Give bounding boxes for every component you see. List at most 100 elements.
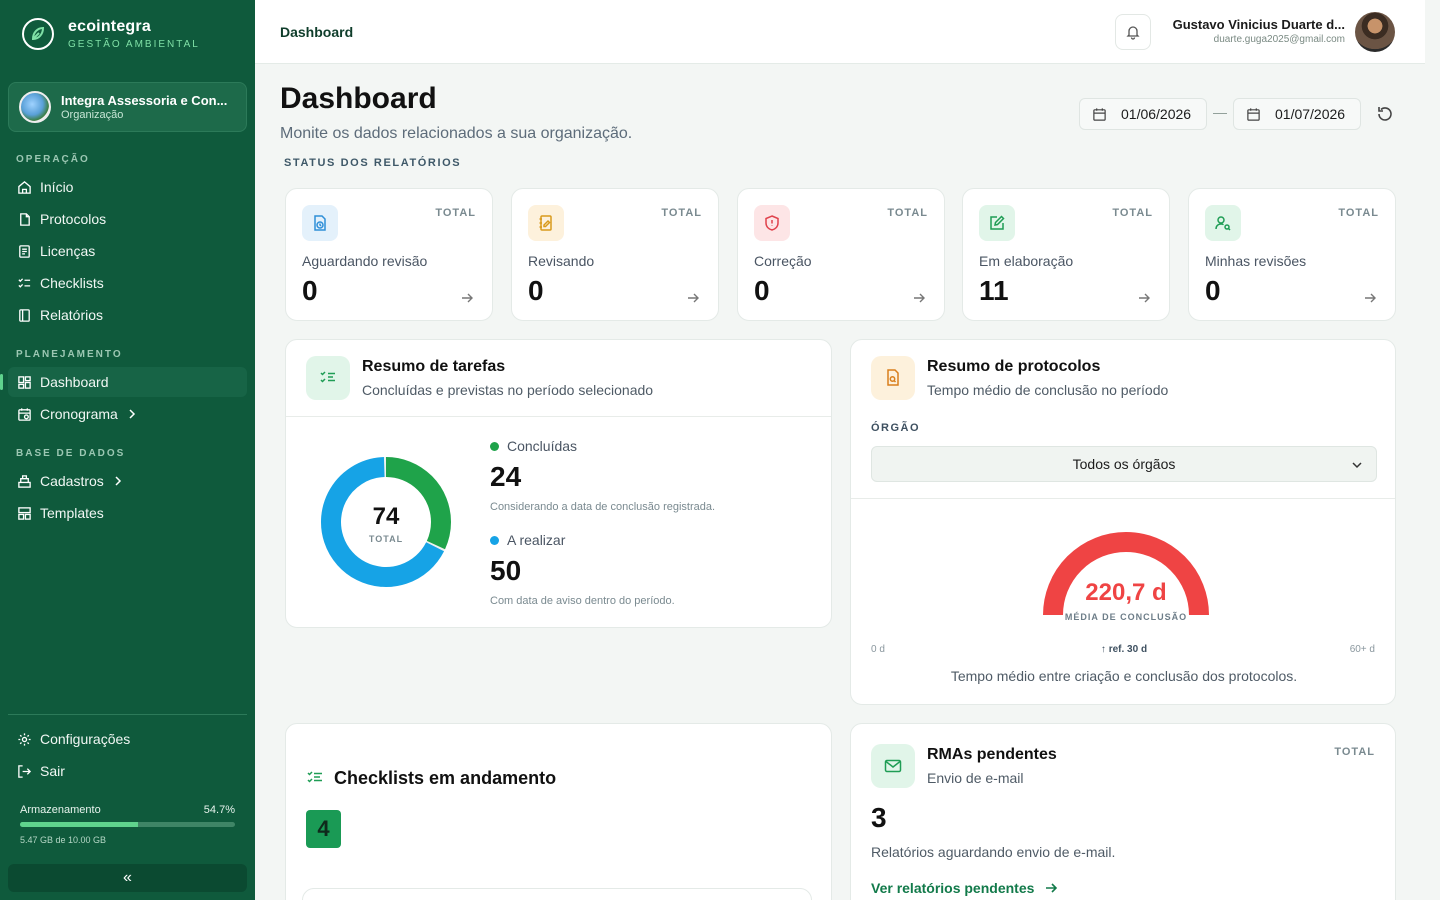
date-start-picker[interactable]: 01/06/2026 <box>1079 98 1207 130</box>
rmas-note: Relatórios aguardando envio de e-mail. <box>871 844 1116 860</box>
protocols-card-subtitle: Tempo médio de conclusão no período <box>927 382 1169 398</box>
divider <box>286 416 831 417</box>
concluidas-value: 24 <box>490 461 522 492</box>
file-search-icon <box>871 356 915 400</box>
sidebar-item-inicio[interactable]: Início <box>8 172 247 202</box>
stat-card-aguardando-revisao[interactable]: TOTAL Aguardando revisão 0 <box>285 188 493 321</box>
checklist-icon <box>16 275 32 291</box>
stat-label: Correção <box>754 253 812 269</box>
organization-switcher[interactable]: Integra Assessoria e Con... Organização <box>8 82 247 132</box>
brand[interactable]: ecointegra GESTÃO AMBIENTAL <box>22 18 200 50</box>
stat-card-em-elaboracao[interactable]: TOTAL Em elaboração 11 <box>962 188 1170 321</box>
divider <box>851 498 1395 499</box>
brand-subtitle: GESTÃO AMBIENTAL <box>68 39 200 50</box>
stat-card-revisando[interactable]: TOTAL Revisando 0 <box>511 188 719 321</box>
section-label-base-de-dados: BASE DE DADOS <box>16 448 126 459</box>
sidebar-item-label: Templates <box>40 505 104 521</box>
user-avatar[interactable] <box>1355 12 1395 52</box>
brand-name: ecointegra <box>68 18 151 35</box>
rmas-value: 3 <box>871 802 887 833</box>
protocols-card-title: Resumo de protocolos <box>927 358 1101 375</box>
sidebar-item-relatorios[interactable]: Relatórios <box>8 300 247 330</box>
checklist-icon <box>307 771 322 783</box>
leaf-logo-icon <box>22 18 54 50</box>
orgao-select-value: Todos os órgãos <box>1072 456 1176 472</box>
sidebar-item-cronograma[interactable]: Cronograma <box>8 399 247 429</box>
gauge-note: Tempo médio entre criação e conclusão do… <box>950 668 1298 684</box>
date-start-value: 01/06/2026 <box>1121 106 1192 122</box>
sidebar-item-licencas[interactable]: Licenças <box>8 236 247 266</box>
notebook-pen-icon <box>528 205 564 241</box>
storage-label: Armazenamento <box>20 804 101 816</box>
stat-label: Aguardando revisão <box>302 253 428 269</box>
orgao-select[interactable]: Todos os órgãos <box>871 446 1377 482</box>
checklists-card-title: Checklists em andamento <box>334 768 557 788</box>
storage-progress-bar <box>20 822 235 827</box>
sidebar-item-label: Sair <box>40 763 65 779</box>
legend-a-realizar: A realizar <box>490 532 565 548</box>
tasks-card-title: Resumo de tarefas <box>362 358 506 375</box>
a-realizar-note: Com data de aviso dentro do período. <box>490 595 675 607</box>
home-icon <box>16 179 32 195</box>
stat-value: 0 <box>754 275 770 306</box>
sidebar-item-cadastros[interactable]: Cadastros <box>8 466 247 496</box>
book-icon <box>16 307 32 323</box>
rmas-total-label: TOTAL <box>1334 746 1375 758</box>
clock-file-icon <box>302 205 338 241</box>
concluidas-note: Considerando a data de conclusão registr… <box>490 501 716 513</box>
stat-value: 0 <box>302 275 318 306</box>
user-name: Gustavo Vinicius Duarte d... <box>1172 17 1345 32</box>
stat-value: 0 <box>528 275 544 306</box>
collapse-sidebar-button[interactable]: « <box>8 864 247 892</box>
arrow-right-icon <box>1365 293 1376 303</box>
org-role: Organização <box>61 109 124 121</box>
stat-value: 11 <box>979 275 1009 306</box>
stat-total-label: TOTAL <box>435 207 476 219</box>
sidebar-item-label: Dashboard <box>40 374 109 390</box>
chevron-down-icon <box>1352 462 1362 469</box>
checklist-list-item[interactable] <box>302 888 812 900</box>
rmas-card-title: RMAs pendentes <box>927 746 1057 763</box>
sidebar-item-label: Início <box>40 179 74 195</box>
gauge-ref-label: ↑ ref. 30 d <box>1100 644 1148 655</box>
section-status-title: STATUS DOS RELATÓRIOS <box>284 157 462 169</box>
stat-card-correcao[interactable]: TOTAL Correção 0 <box>737 188 945 321</box>
tasks-donut-chart: 74 TOTAL <box>321 457 451 587</box>
sidebar-item-checklists[interactable]: Checklists <box>8 268 247 298</box>
sidebar-item-dashboard[interactable]: Dashboard <box>0 367 247 397</box>
gear-icon <box>16 731 32 747</box>
stat-total-label: TOTAL <box>887 207 928 219</box>
date-end-picker[interactable]: 01/07/2026 <box>1233 98 1361 130</box>
logout-icon <box>16 763 32 779</box>
gauge-label: MÉDIA DE CONCLUSÃO <box>1064 612 1188 622</box>
tasks-summary-card: Resumo de tarefas Concluídas e previstas… <box>285 339 832 628</box>
ver-relatorios-pendentes-link[interactable]: Ver relatórios pendentes <box>871 880 1058 896</box>
page-title: Dashboard <box>280 82 437 115</box>
stat-total-label: TOTAL <box>1112 207 1153 219</box>
sidebar-item-protocolos[interactable]: Protocolos <box>8 204 247 234</box>
calendar-icon <box>1093 107 1106 121</box>
org-name: Integra Assessoria e Con... <box>61 93 228 108</box>
legend-label: A realizar <box>507 532 566 548</box>
sidebar-item-label: Licenças <box>40 243 96 259</box>
arrow-right-icon <box>914 293 925 303</box>
stat-label: Em elaboração <box>979 253 1074 269</box>
stat-card-minhas-revisoes[interactable]: TOTAL Minhas revisões 0 <box>1188 188 1396 321</box>
sidebar-item-configuracoes[interactable]: Configurações <box>8 724 247 754</box>
arrow-right-icon <box>1046 883 1058 893</box>
checklists-card: Checklists em andamento 4 <box>285 723 832 900</box>
sidebar-item-sair[interactable]: Sair <box>8 756 247 786</box>
sidebar-item-templates[interactable]: Templates <box>8 498 247 528</box>
notifications-button[interactable] <box>1115 14 1151 50</box>
edit-square-icon <box>979 205 1015 241</box>
legend-concluidas: Concluídas <box>490 438 577 454</box>
refresh-icon[interactable] <box>1375 104 1395 124</box>
stat-total-label: TOTAL <box>661 207 702 219</box>
user-info[interactable]: Gustavo Vinicius Duarte d... duarte.guga… <box>1173 17 1345 45</box>
legend-dot-green <box>490 441 499 451</box>
sidebar-item-label: Relatórios <box>40 307 104 323</box>
rmas-card: RMAs pendentes Envio de e-mail TOTAL 3 R… <box>850 723 1396 900</box>
protocols-summary-card: Resumo de protocolos Tempo médio de conc… <box>850 339 1396 705</box>
storage-percent: 54.7% <box>203 804 235 816</box>
user-search-icon <box>1205 205 1241 241</box>
